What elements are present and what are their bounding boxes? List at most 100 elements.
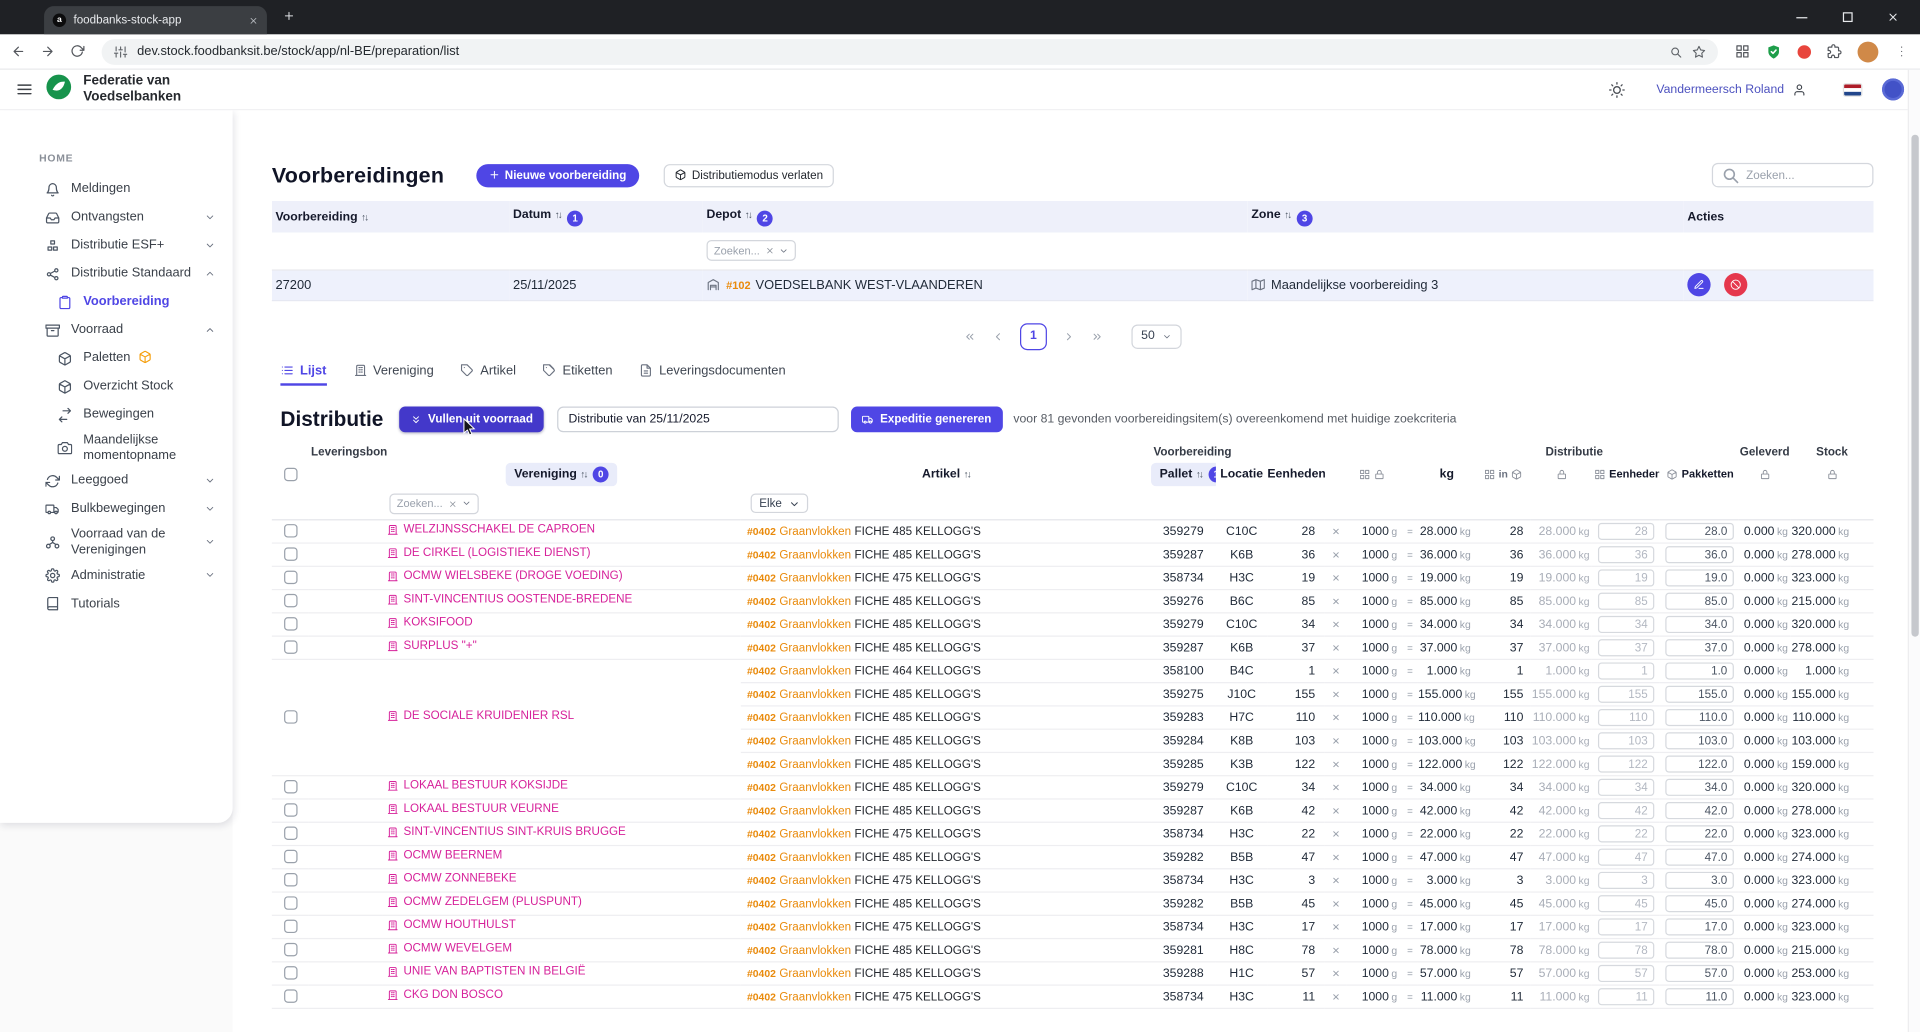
pakketten-input[interactable] bbox=[1665, 709, 1734, 726]
sidebar-item-tutorials[interactable]: Tutorials bbox=[0, 589, 233, 617]
last-page-button[interactable] bbox=[1091, 330, 1103, 342]
vereniging-link[interactable]: DE SOCIALE KRUIDENIER RSL bbox=[387, 709, 574, 722]
eenheden-input[interactable] bbox=[1597, 523, 1653, 540]
theme-toggle-button[interactable] bbox=[1609, 81, 1625, 97]
artikel-link[interactable]: #0402 Graanvlokken bbox=[747, 571, 851, 584]
artikel-link[interactable]: #0402 Graanvlokken bbox=[747, 734, 851, 747]
chevron-down-icon[interactable] bbox=[204, 503, 215, 514]
browser-menu-icon[interactable] bbox=[1894, 44, 1909, 59]
artikel-link[interactable]: #0402 Graanvlokken bbox=[747, 664, 851, 677]
row-checkbox[interactable] bbox=[283, 897, 296, 910]
site-settings-icon[interactable] bbox=[114, 45, 127, 58]
eenheden-input[interactable] bbox=[1597, 569, 1653, 586]
chevron-down-icon[interactable] bbox=[204, 240, 215, 251]
tab-close-icon[interactable] bbox=[249, 15, 259, 25]
eenheden-input[interactable] bbox=[1597, 918, 1653, 935]
vereniging-link[interactable]: OCMW ZONNEBEKE bbox=[387, 872, 517, 885]
page-scrollbar[interactable] bbox=[1908, 70, 1920, 1032]
row-checkbox[interactable] bbox=[283, 874, 296, 887]
row-checkbox[interactable] bbox=[283, 571, 296, 584]
eenheden-input[interactable] bbox=[1597, 802, 1653, 819]
extension-icon[interactable] bbox=[1735, 44, 1750, 59]
column-header-depot[interactable]: Depot↑↓2 bbox=[703, 201, 1248, 233]
user-name-link[interactable]: Vandermeersch Roland bbox=[1656, 83, 1784, 96]
next-page-button[interactable] bbox=[1063, 330, 1075, 342]
forward-button[interactable] bbox=[40, 44, 55, 59]
eenheden-input[interactable] bbox=[1597, 546, 1653, 563]
artikel-link[interactable]: #0402 Graanvlokken bbox=[747, 874, 851, 887]
eenheden-input[interactable] bbox=[1597, 965, 1653, 982]
depot-filter[interactable]: Zoeken... bbox=[707, 240, 796, 261]
reload-button[interactable] bbox=[70, 44, 85, 59]
row-checkbox[interactable] bbox=[283, 967, 296, 980]
sidebar-item-voorraad-van-de-verenigingen[interactable]: Voorraad van de Verenigingen bbox=[0, 523, 233, 561]
artikel-link[interactable]: #0402 Graanvlokken bbox=[747, 711, 851, 724]
page-size-select[interactable]: 50 bbox=[1131, 324, 1181, 348]
row-checkbox[interactable] bbox=[283, 827, 296, 840]
sidebar-item-ontvangsten[interactable]: Ontvangsten bbox=[0, 203, 233, 231]
eenheden-input[interactable] bbox=[1597, 872, 1653, 889]
artikel-link[interactable]: #0402 Graanvlokken bbox=[747, 688, 851, 701]
bookmark-star-icon[interactable] bbox=[1692, 45, 1705, 58]
language-flag-nl[interactable] bbox=[1843, 83, 1863, 96]
pakketten-input[interactable] bbox=[1665, 662, 1734, 679]
row-checkbox[interactable] bbox=[283, 920, 296, 933]
artikel-link[interactable]: #0402 Graanvlokken bbox=[747, 594, 851, 607]
pakketten-input[interactable] bbox=[1665, 988, 1734, 1005]
artikel-link[interactable]: #0402 Graanvlokken bbox=[747, 548, 851, 561]
sidebar-item-meldingen[interactable]: Meldingen bbox=[0, 175, 233, 203]
eenheden-input[interactable] bbox=[1597, 662, 1653, 679]
vereniging-link[interactable]: CKG DON BOSCO bbox=[387, 989, 503, 1002]
window-close-button[interactable] bbox=[1870, 0, 1915, 34]
row-checkbox[interactable] bbox=[283, 618, 296, 631]
distribution-name-input[interactable] bbox=[557, 407, 839, 433]
row-checkbox[interactable] bbox=[283, 781, 296, 794]
exit-distribution-mode-button[interactable]: Distributiemodus verlaten bbox=[663, 163, 834, 186]
column-header-voorbereiding[interactable]: Voorbereiding↑↓ bbox=[272, 201, 510, 233]
generate-expedition-button[interactable]: Expeditie genereren bbox=[851, 407, 1002, 433]
pakketten-input[interactable] bbox=[1665, 802, 1734, 819]
vereniging-link[interactable]: OCMW WIELSBEKE (DROGE VOEDING) bbox=[387, 570, 623, 583]
artikel-link[interactable]: #0402 Graanvlokken bbox=[747, 850, 851, 863]
eenheden-input[interactable] bbox=[1597, 709, 1653, 726]
pakketten-input[interactable] bbox=[1665, 546, 1734, 563]
column-header-zone[interactable]: Zone↑↓3 bbox=[1248, 201, 1684, 233]
scrollbar-thumb[interactable] bbox=[1911, 135, 1919, 637]
artikel-link[interactable]: #0402 Graanvlokken bbox=[747, 897, 851, 910]
vereniging-link[interactable]: SINT-VINCENTIUS OOSTENDE-BREDENE bbox=[387, 593, 632, 606]
eenheden-input[interactable] bbox=[1597, 616, 1653, 633]
artikel-link[interactable]: #0402 Graanvlokken bbox=[747, 618, 851, 631]
window-maximize-button[interactable] bbox=[1824, 0, 1869, 34]
pakketten-input[interactable] bbox=[1665, 616, 1734, 633]
sidebar-item-overzicht-stock[interactable]: Overzicht Stock bbox=[0, 372, 233, 400]
chevron-up-icon[interactable] bbox=[204, 324, 215, 335]
row-checkbox[interactable] bbox=[283, 804, 296, 817]
vereniging-link[interactable]: WELZIJNSSCHAKEL DE CAPROEN bbox=[387, 523, 595, 536]
tab-lijst[interactable]: Lijst bbox=[280, 363, 326, 385]
sidebar-item-distributie-esf[interactable]: Distributie ESF+ bbox=[0, 231, 233, 259]
adblock-shield-icon[interactable] bbox=[1766, 43, 1782, 59]
eenheden-input[interactable] bbox=[1597, 639, 1653, 656]
pakketten-input[interactable] bbox=[1665, 593, 1734, 610]
row-checkbox[interactable] bbox=[283, 990, 296, 1003]
search-input[interactable] bbox=[1746, 168, 1865, 181]
address-bar[interactable]: dev.stock.foodbanksit.be/stock/app/nl-BE… bbox=[102, 39, 1718, 65]
artikel-link[interactable]: #0402 Graanvlokken bbox=[747, 827, 851, 840]
column-header-vereniging[interactable]: Vereniging↑↓0 bbox=[506, 463, 618, 486]
sidebar-item-administratie[interactable]: Administratie bbox=[0, 561, 233, 589]
pakketten-input[interactable] bbox=[1665, 825, 1734, 842]
vereniging-link[interactable]: OCMW WEVELGEM bbox=[387, 942, 512, 955]
user-avatar[interactable] bbox=[1882, 78, 1904, 100]
person-icon[interactable] bbox=[1793, 83, 1806, 96]
sidebar-item-bulkbewegingen[interactable]: Bulkbewegingen bbox=[0, 495, 233, 523]
sidebar-item-leeggoed[interactable]: Leeggoed bbox=[0, 467, 233, 495]
window-minimize-button[interactable] bbox=[1779, 0, 1824, 34]
pakketten-input[interactable] bbox=[1665, 756, 1734, 773]
pakketten-input[interactable] bbox=[1665, 895, 1734, 912]
sidebar-item-bewegingen[interactable]: Bewegingen bbox=[0, 400, 233, 428]
vereniging-link[interactable]: OCMW HOUTHULST bbox=[387, 919, 516, 932]
vereniging-link[interactable]: UNIE VAN BAPTISTEN IN BELGIË bbox=[387, 965, 586, 978]
artikel-link[interactable]: #0402 Graanvlokken bbox=[747, 641, 851, 654]
fill-from-stock-button[interactable]: Vullen uit voorraad bbox=[399, 407, 544, 433]
vereniging-link[interactable]: LOKAAL BESTUUR VEURNE bbox=[387, 803, 559, 816]
